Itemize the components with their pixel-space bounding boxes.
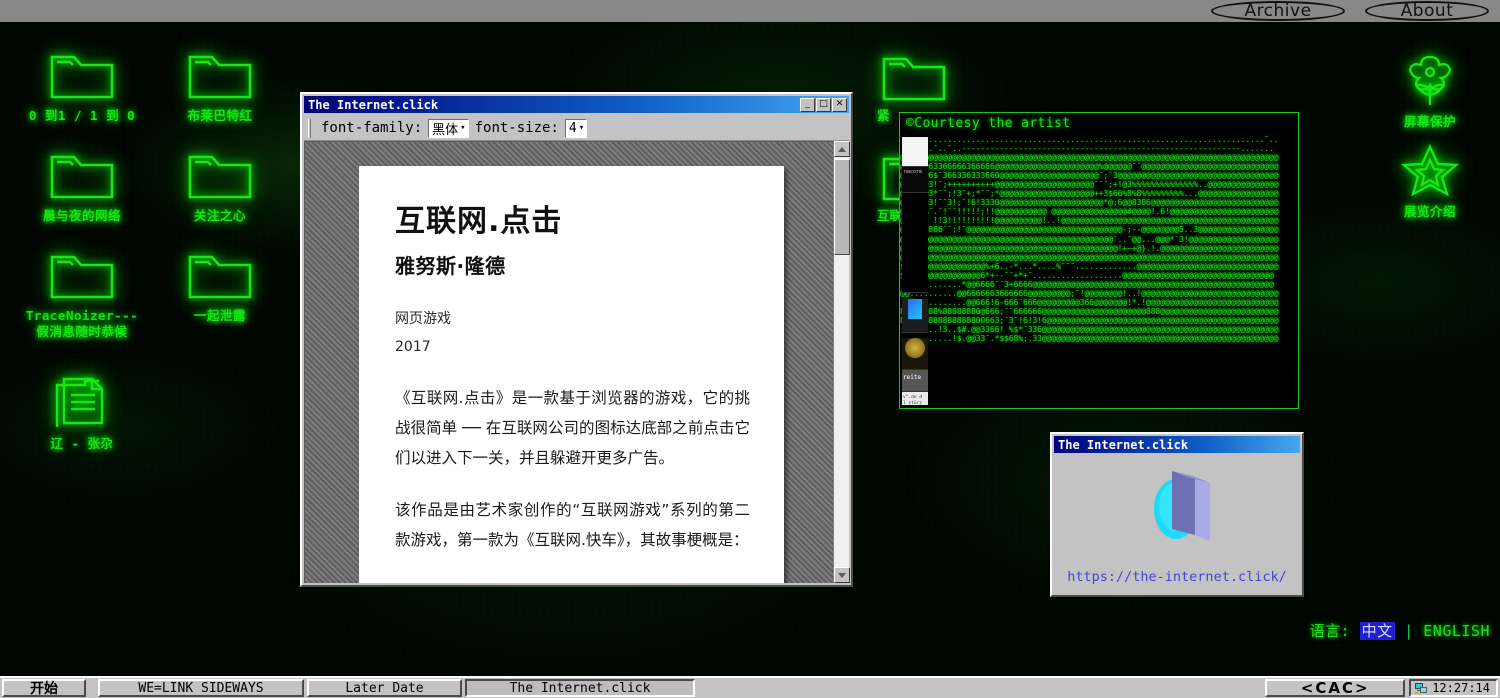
- desktop-icon-5[interactable]: TraceNoizer--- 假消息随时恭候: [22, 246, 142, 340]
- system-tray: <CAC> 12:27:14: [1265, 679, 1498, 697]
- clock-time: 12:27:14: [1432, 681, 1490, 695]
- desktop-icon-label: TraceNoizer---: [25, 308, 139, 323]
- folder-icon: [188, 55, 252, 99]
- language-option-chinese[interactable]: 中文: [1359, 622, 1395, 640]
- font-size-label: font-size:: [474, 120, 559, 136]
- flower-icon: [1408, 55, 1452, 105]
- about-link[interactable]: About: [1365, 1, 1489, 21]
- chevron-down-icon: ▾: [460, 123, 466, 133]
- thumbnail-item[interactable]: [902, 193, 928, 293]
- close-button[interactable]: ✕: [832, 97, 847, 112]
- language-option-english[interactable]: ENGLISH: [1423, 622, 1490, 640]
- desktop-icon-label: 布莱巴特红: [187, 108, 253, 123]
- taskbar-task-1[interactable]: WE=LINK SIDEWAYS: [98, 679, 304, 697]
- thumbnail-item[interactable]: [902, 137, 928, 167]
- font-family-label: font-family:: [321, 120, 423, 136]
- taskbar-task-list: WE=LINK SIDEWAYS Later Date The Internet.c…: [98, 679, 695, 697]
- desktop-icon-3[interactable]: 晨与夜的网络: [22, 146, 142, 224]
- desktop-icon-label: 0 到1 / 1 到 0: [28, 108, 136, 123]
- language-switcher: 语言: 中文 | ENGLISH: [1310, 620, 1490, 641]
- document-icon: [55, 377, 104, 427]
- folder-icon: [50, 255, 114, 299]
- folder-icon: [188, 155, 252, 199]
- cac-button[interactable]: <CAC>: [1265, 679, 1406, 697]
- arrow-up-icon: [838, 146, 846, 152]
- occluded-icon-label-1: 紧: [877, 108, 890, 123]
- preview-url-link[interactable]: https://the-internet.click/: [1054, 569, 1300, 585]
- arrow-down-icon: [838, 572, 846, 578]
- ascii-art-content: ........................................…: [900, 135, 1279, 344]
- preview-window-body: https://the-internet.click/: [1054, 457, 1300, 593]
- document-title: 互联网.点击: [395, 204, 563, 239]
- desktop-icon-label: 辽 - 张尕: [50, 436, 114, 451]
- start-button[interactable]: 开始: [2, 679, 86, 697]
- font-size-select[interactable]: 4 ▾: [564, 118, 588, 138]
- desktop-icon-9[interactable]: 展览介绍: [1370, 142, 1490, 220]
- document-canvas: 互联网.点击 雅努斯·隆德 网页游戏 2017 《互联网.点击》是一款基于浏览器…: [304, 141, 849, 583]
- document-paragraph-1: 《互联网.点击》是一款基于浏览器的游戏，它的挑战很简单 ── 在互联网公司的图标…: [395, 389, 750, 467]
- preview-window-title: The Internet.click: [1058, 437, 1189, 452]
- folder-icon: [188, 255, 252, 299]
- scroll-down-button[interactable]: [834, 567, 850, 583]
- thumbnail-item[interactable]: [902, 299, 928, 333]
- document-author: 雅努斯·隆德: [395, 254, 506, 278]
- thumbnail-item[interactable]: reite: [902, 370, 928, 392]
- network-computer-icon: [1415, 682, 1428, 694]
- thumbnail-item[interactable]: [902, 338, 928, 370]
- folder-icon: [882, 57, 946, 101]
- taskbar-task-3[interactable]: The Internet.click: [465, 679, 695, 697]
- chevron-down-icon: ▾: [578, 123, 585, 133]
- font-family-value: 黑体: [432, 122, 459, 138]
- formatting-toolbar: font-family: 黑体 ▾ font-size: 4 ▾: [304, 116, 849, 141]
- taskbar: 开始 WE=LINK SIDEWAYS Later Date The Interne…: [0, 676, 1500, 698]
- scroll-up-button[interactable]: [834, 141, 850, 157]
- clock-area[interactable]: 12:27:14: [1409, 679, 1498, 697]
- preview-window[interactable]: The Internet.click https://the-internet.…: [1050, 432, 1304, 597]
- artwork-thumbnail-icon: [1154, 471, 1210, 541]
- desktop-icon-8[interactable]: 屏幕保护: [1370, 52, 1490, 130]
- font-family-select[interactable]: 黑体 ▾: [428, 118, 469, 138]
- desktop-icon-2[interactable]: 布莱巴特红: [160, 46, 280, 124]
- document-medium: 网页游戏: [395, 311, 451, 327]
- archive-link[interactable]: Archive: [1211, 1, 1345, 21]
- top-header-bar: Archive About: [0, 0, 1500, 22]
- taskbar-task-2[interactable]: Later Date: [307, 679, 462, 697]
- desktop-icon-6[interactable]: 一起泄露: [160, 246, 280, 324]
- main-document-window[interactable]: The Internet.click _ □ ✕ font-family: 黑体…: [300, 92, 853, 587]
- main-window-titlebar[interactable]: The Internet.click _ □ ✕: [304, 96, 849, 113]
- maximize-button[interactable]: □: [816, 97, 831, 112]
- font-size-value: 4: [568, 120, 577, 136]
- language-label: 语言:: [1309, 622, 1351, 640]
- scrollbar-thumb[interactable]: [834, 159, 850, 255]
- desktop-icon-label: 关注之心: [193, 208, 246, 223]
- desktop-icon-label: 假消息随时恭候: [36, 324, 128, 339]
- thumbnail-item[interactable]: v°.de dl stürz: [902, 392, 928, 405]
- main-window-title: The Internet.click: [308, 97, 439, 112]
- document-year: 2017: [395, 339, 431, 355]
- star-icon: [1400, 144, 1460, 197]
- document-paragraph-2: 该作品是由艺术家创作的“互联网游戏”系列的第二款游戏，第一款为《互联网.快车》，…: [395, 501, 750, 549]
- occluded-folder-icon-1: [882, 53, 946, 105]
- desktop-icon-7[interactable]: 辽 - 张尕: [22, 374, 142, 452]
- minimize-button[interactable]: _: [800, 97, 815, 112]
- preview-window-titlebar[interactable]: The Internet.click: [1054, 436, 1300, 453]
- desktop-icon-4[interactable]: 关注之心: [160, 146, 280, 224]
- folder-icon: [50, 55, 114, 99]
- desktop-icon-label: 展览介绍: [1403, 204, 1456, 219]
- ascii-art-window[interactable]: ©Courtesy the artist nacore reite v°.de …: [899, 112, 1299, 409]
- desktop-icon-label: 一起泄露: [193, 308, 246, 323]
- thumbnail-item[interactable]: nacore: [902, 167, 928, 193]
- desktop-icon-1[interactable]: 0 到1 / 1 到 0: [22, 46, 142, 124]
- thumbnail-strip[interactable]: nacore reite v°.de dl stürz: [902, 137, 928, 405]
- language-separator: |: [1404, 622, 1414, 640]
- desktop-icon-label: 晨与夜的网络: [42, 208, 121, 223]
- ascii-window-header: ©Courtesy the artist: [906, 116, 1071, 131]
- desktop: 0 到1 / 1 到 0 布莱巴特红晨与夜的网络 关注之心 TraceNoizer--…: [0, 22, 1500, 676]
- toolbar-grip[interactable]: [308, 118, 311, 138]
- folder-icon: [50, 155, 114, 199]
- document-page: 互联网.点击 雅努斯·隆德 网页游戏 2017 《互联网.点击》是一款基于浏览器…: [359, 166, 784, 583]
- desktop-icon-label: 屏幕保护: [1403, 114, 1456, 129]
- vertical-scrollbar[interactable]: [833, 141, 850, 583]
